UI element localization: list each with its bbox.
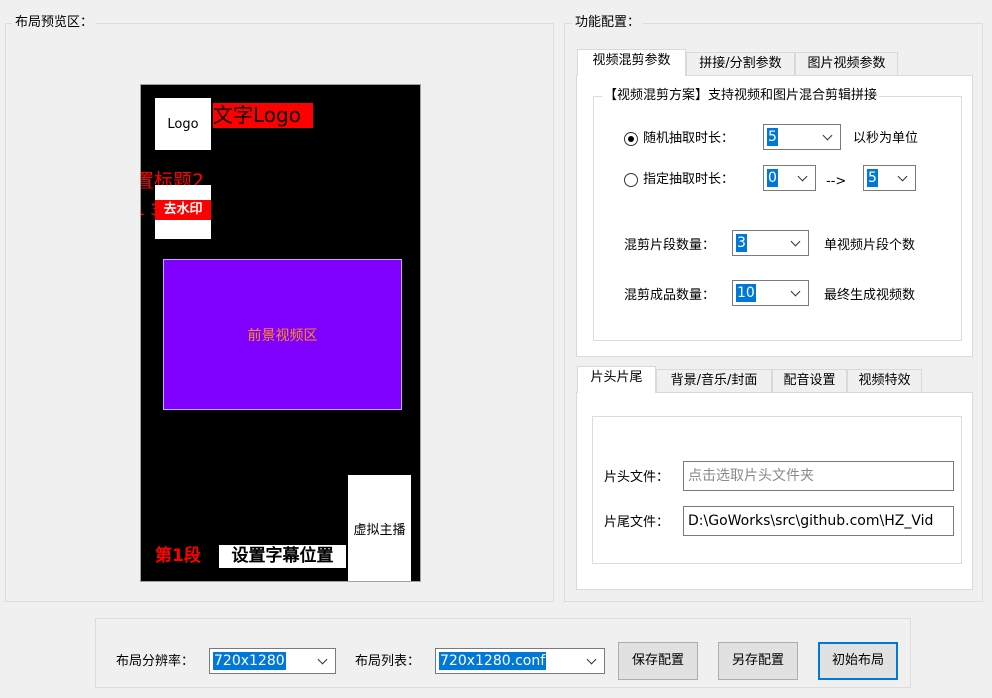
fixed-duration-to-select[interactable]: 5 bbox=[863, 165, 916, 191]
random-duration-value: 5 bbox=[767, 128, 778, 146]
outro-file-input[interactable]: D:\GoWorks\src\github.com\HZ_Vid bbox=[683, 506, 954, 536]
foreground-video-area[interactable]: 前景视频区 bbox=[163, 259, 402, 410]
random-duration-radio[interactable] bbox=[624, 132, 638, 146]
watermark-box[interactable]: 去水印 bbox=[155, 185, 211, 239]
layout-list-select[interactable]: 720x1280.conf bbox=[435, 648, 605, 674]
fixed-duration-to-value: 5 bbox=[867, 169, 878, 187]
clip-count-label: 混剪片段数量： bbox=[624, 238, 716, 253]
tab-intro-outro[interactable]: 片头片尾 bbox=[577, 366, 656, 393]
intro-file-input[interactable]: 点击选取片头文件夹 bbox=[683, 461, 954, 491]
fixed-duration-arrow: --> bbox=[826, 174, 847, 189]
tab-background-music-cover[interactable]: 背景/音乐/封面 bbox=[656, 369, 772, 393]
chevron-down-icon bbox=[790, 285, 804, 301]
resolution-label: 布局分辨率： bbox=[116, 654, 195, 669]
output-count-label: 混剪成品数量： bbox=[624, 288, 716, 303]
random-duration-label: 随机抽取时长： bbox=[643, 131, 735, 146]
clip-count-select[interactable]: 3 bbox=[732, 230, 809, 256]
output-count-value: 10 bbox=[736, 284, 756, 302]
output-count-hint: 最终生成视频数 bbox=[824, 288, 916, 303]
save-as-config-button[interactable]: 另存配置 bbox=[718, 642, 798, 680]
resolution-value: 720x1280 bbox=[213, 652, 286, 670]
text-logo[interactable]: 文字Logo bbox=[213, 103, 313, 128]
clip-count-hint: 单视频片段个数 bbox=[824, 238, 916, 253]
clip-count-value: 3 bbox=[736, 234, 747, 252]
virtual-anchor-box[interactable]: 虚拟主播 bbox=[348, 475, 411, 581]
virtual-anchor-label: 虚拟主播 bbox=[353, 522, 406, 538]
resolution-select[interactable]: 720x1280 bbox=[209, 648, 336, 674]
function-config-title: 功能配置： bbox=[572, 15, 644, 31]
fixed-duration-from-value: 0 bbox=[767, 169, 778, 187]
fixed-duration-label: 指定抽取时长： bbox=[643, 172, 735, 187]
segment-label[interactable]: 第1段 bbox=[155, 545, 201, 567]
mix-scheme-title: 【视频混剪方案】支持视频和图片混合剪辑拼接 bbox=[602, 88, 880, 104]
layout-preview-title: 布局预览区： bbox=[12, 15, 97, 31]
chevron-down-icon bbox=[897, 170, 911, 186]
save-config-button[interactable]: 保存配置 bbox=[618, 642, 698, 680]
chevron-down-icon bbox=[586, 653, 600, 669]
random-duration-select[interactable]: 5 bbox=[763, 124, 841, 150]
logo-box[interactable]: Logo bbox=[155, 98, 211, 150]
outro-file-label: 片尾文件： bbox=[604, 515, 670, 530]
foreground-video-label: 前景视频区 bbox=[247, 327, 318, 344]
preview-canvas[interactable]: Logo 文字Logo 置标题2 1 3 去水印 前景视频区 虚拟主播 第1段 … bbox=[141, 85, 420, 581]
fixed-duration-from-select[interactable]: 0 bbox=[763, 165, 816, 191]
tab-video-mix-params[interactable]: 视频混剪参数 bbox=[577, 49, 686, 76]
subtitle-position-box[interactable]: 设置字幕位置 bbox=[219, 545, 346, 568]
chevron-down-icon bbox=[822, 129, 836, 145]
intro-file-label: 片头文件： bbox=[604, 470, 670, 485]
random-duration-unit: 以秒为单位 bbox=[853, 131, 919, 146]
watermark-label: 去水印 bbox=[155, 200, 211, 220]
layout-list-value: 720x1280.conf bbox=[439, 652, 547, 670]
output-count-select[interactable]: 10 bbox=[732, 280, 809, 306]
chevron-down-icon bbox=[317, 653, 331, 669]
tab-video-effects[interactable]: 视频特效 bbox=[847, 369, 922, 393]
chevron-down-icon bbox=[790, 235, 804, 251]
init-layout-button[interactable]: 初始布局 bbox=[818, 642, 898, 680]
fixed-duration-radio[interactable] bbox=[624, 173, 638, 187]
text-logo-label: 文字Logo bbox=[213, 103, 301, 127]
tab-image-video-params[interactable]: 图片视频参数 bbox=[795, 52, 898, 76]
tab-dubbing-settings[interactable]: 配音设置 bbox=[772, 369, 847, 393]
tab-splice-split-params[interactable]: 拼接/分割参数 bbox=[686, 52, 795, 76]
layout-list-label: 布局列表： bbox=[355, 654, 421, 669]
chevron-down-icon bbox=[797, 170, 811, 186]
